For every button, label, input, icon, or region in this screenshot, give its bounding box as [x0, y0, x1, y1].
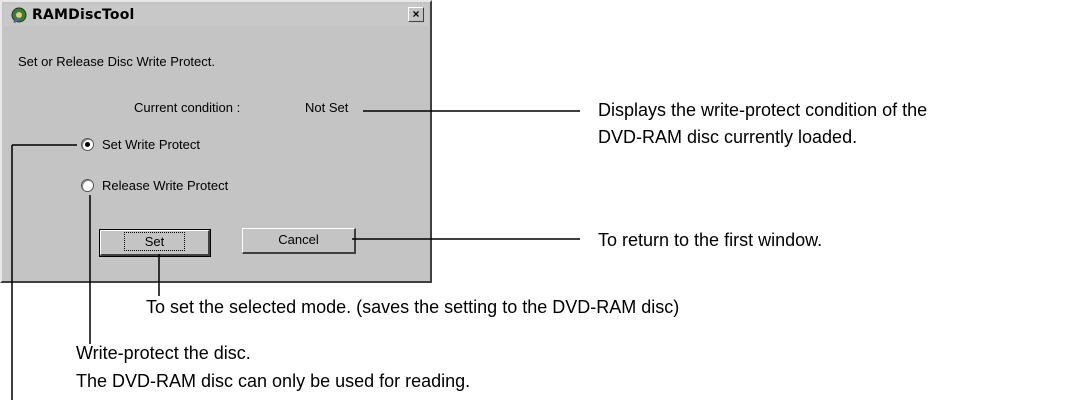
callout-cancel: To return to the first window.	[598, 230, 823, 250]
callout-write-protect-line2: The DVD-RAM disc can only be used for re…	[76, 371, 471, 391]
callout-condition-line1: Displays the write-protect condition of …	[598, 100, 928, 120]
callout-condition-line2: DVD-RAM disc currently loaded.	[598, 127, 858, 147]
callout-write-protect-line1: Write-protect the disc.	[76, 343, 251, 363]
callout-set: To set the selected mode. (saves the set…	[146, 297, 680, 317]
